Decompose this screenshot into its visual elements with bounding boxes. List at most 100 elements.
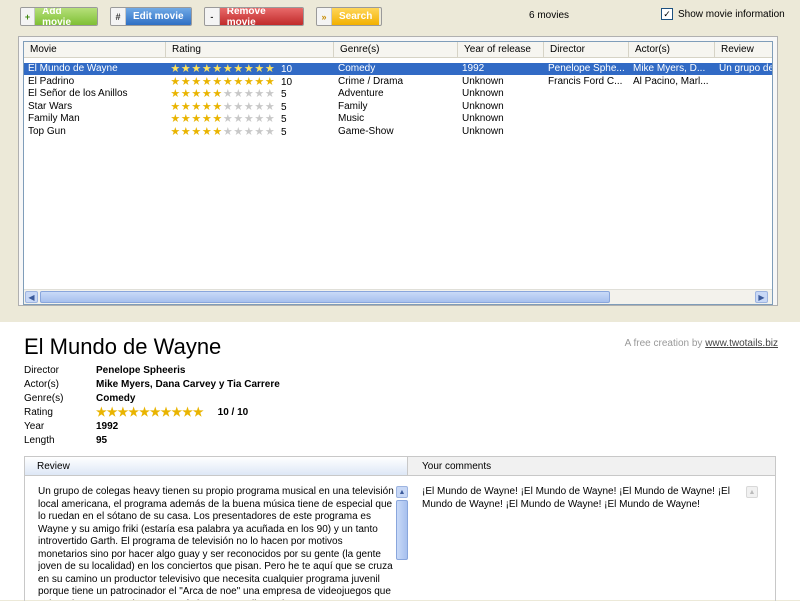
star-icon: ★ [170, 113, 181, 126]
star-icon: ★ [180, 113, 191, 126]
star-icon: ★ [212, 100, 223, 113]
cell-actors [629, 113, 715, 125]
table-row[interactable]: Top Gun ★ ★ ★ ★ ★ ★ ★ ★ ★ ★ 5 Game-Show Unknown [24, 126, 772, 139]
column-header-genre[interactable]: Genre(s) [334, 42, 458, 57]
star-icon: ★ [191, 88, 202, 101]
star-icon: ★ [233, 75, 244, 88]
comments-scrollbar[interactable]: ▲ [746, 486, 758, 600]
cell-director: Penelope Sphe... [548, 63, 625, 74]
star-icon: ★ [160, 405, 172, 419]
search-label: Search [332, 8, 380, 25]
scroll-up-icon[interactable]: ▲ [396, 486, 408, 498]
rating-stars: ★★★★★★★★★★ [170, 101, 275, 113]
star-icon: ★ [264, 100, 275, 113]
column-header-actors[interactable]: Actor(s) [629, 42, 715, 57]
scrollbar-thumb[interactable] [40, 291, 610, 303]
director-value: Penelope Spheeris [96, 365, 186, 376]
genre-label: Genre(s) [24, 393, 64, 404]
remove-movie-button[interactable]: - Remove movie [204, 7, 304, 26]
table-row[interactable]: Star Wars ★ ★ ★ ★ ★ ★ ★ ★ ★ ★ 5 Family Unknown [24, 101, 772, 113]
hash-icon: # [111, 8, 126, 25]
star-icon: ★ [254, 88, 265, 101]
search-button[interactable]: » Search [316, 7, 382, 26]
cell-rating: ★ ★ ★ ★ ★ ★ ★ ★ ★ ★ 5 [166, 113, 334, 126]
column-header-year[interactable]: Year of release [458, 42, 544, 57]
rating-label: Rating [24, 407, 53, 418]
star-icon: ★ [180, 75, 191, 88]
rating-number: 5 [281, 101, 287, 113]
star-icon: ★ [191, 113, 202, 126]
toolbar: + Add movie # Edit movie - Remove movie … [0, 0, 800, 32]
table-row[interactable]: El Padrino ★ ★ ★ ★ ★ ★ ★ ★ ★ ★ 10 Crime / Drama Unkno… [24, 75, 772, 88]
cell-rating: ★ ★ ★ ★ ★ ★ ★ ★ ★ ★ 5 [166, 101, 334, 113]
scroll-left-icon[interactable]: ◀ [25, 291, 38, 303]
table-row[interactable]: El Mundo de Wayne ★ ★ ★ ★ ★ ★ ★ ★ ★ ★ 10 Comedy 1992 P… [24, 63, 772, 76]
star-icon: ★ [191, 126, 202, 138]
cell-movie: El Señor de los Anillos [28, 88, 128, 100]
horizontal-scrollbar[interactable]: ◀ ▶ [24, 289, 772, 304]
star-icon: ★ [212, 113, 223, 126]
cell-year: Unknown [462, 126, 504, 137]
cell-director: Francis Ford C... [548, 75, 623, 87]
column-header-review[interactable]: Review [715, 42, 772, 57]
cell-review [715, 88, 772, 100]
credit: A free creation by www.twotails.biz [625, 338, 778, 349]
star-icon: ★ [180, 63, 191, 75]
column-header-movie[interactable]: Movie [24, 42, 166, 57]
table-row[interactable]: Family Man ★ ★ ★ ★ ★ ★ ★ ★ ★ ★ 5 Music Unknown [24, 113, 772, 126]
show-movie-info-checkbox[interactable]: ✓ [661, 8, 673, 20]
tab-comments[interactable]: Your comments [407, 457, 775, 476]
cell-review [715, 126, 772, 138]
rating-stars: ★★★★★★★★★★ [96, 405, 204, 421]
star-icon: ★ [264, 113, 275, 126]
edit-movie-label: Edit movie [126, 8, 191, 25]
review-scrollbar-thumb[interactable] [396, 500, 408, 560]
rating-score: 10 / 10 [217, 407, 249, 418]
star-icon: ★ [254, 126, 265, 138]
info-actors: Actor(s) Mike Myers, Dana Carvey y Tia C… [24, 378, 280, 392]
column-header-rating[interactable]: Rating [166, 42, 334, 57]
column-header-director[interactable]: Director [544, 42, 629, 57]
cell-review [715, 113, 772, 125]
review-scrollbar[interactable]: ▲ [396, 486, 408, 600]
comments-text[interactable]: ¡El Mundo de Wayne! ¡El Mundo de Wayne! … [422, 486, 742, 600]
star-icon: ★ [106, 405, 118, 419]
star-icon: ★ [170, 75, 181, 88]
edit-movie-button[interactable]: # Edit movie [110, 7, 192, 26]
star-icon: ★ [171, 405, 183, 419]
cell-rating: ★ ★ ★ ★ ★ ★ ★ ★ ★ ★ 5 [166, 126, 334, 139]
table-row[interactable]: El Señor de los Anillos ★ ★ ★ ★ ★ ★ ★ ★ ★ ★ 5 Advent… [24, 88, 772, 100]
star-icon: ★ [264, 63, 275, 75]
star-icon: ★ [170, 63, 181, 75]
rating-number: 5 [281, 114, 287, 126]
cell-rating: ★ ★ ★ ★ ★ ★ ★ ★ ★ ★ 10 [166, 63, 334, 76]
cell-review [715, 101, 772, 113]
tab-review[interactable]: Review [25, 457, 407, 476]
star-icon: ★ [233, 113, 244, 126]
star-icon: ★ [254, 63, 265, 75]
star-icon: ★ [254, 100, 265, 113]
list-header: Movie Rating Genre(s) Year of release Di… [24, 42, 772, 58]
credit-link[interactable]: www.twotails.biz [705, 338, 778, 349]
review-text[interactable]: Un grupo de colegas heavy tienen su prop… [38, 486, 394, 600]
rating-stars: ★★★★★★★★★★ [170, 88, 275, 100]
rating-number: 10 [281, 64, 293, 75]
cell-year: Unknown [462, 75, 504, 87]
show-movie-info-toggle[interactable]: ✓ Show movie information [661, 8, 785, 20]
scroll-right-icon[interactable]: ▶ [755, 291, 768, 303]
star-icon: ★ [212, 75, 223, 88]
cell-movie: El Mundo de Wayne [28, 63, 118, 74]
rating-stars: ★★★★★★★★★★ [170, 63, 275, 75]
star-icon: ★ [222, 113, 233, 126]
scroll-up-icon[interactable]: ▲ [746, 486, 758, 498]
star-icon: ★ [212, 63, 223, 75]
add-movie-button[interactable]: + Add movie [20, 7, 98, 26]
star-icon: ★ [254, 113, 265, 126]
star-icon: ★ [180, 126, 191, 138]
cell-movie: Family Man [28, 113, 80, 125]
remove-movie-label: Remove movie [219, 8, 303, 25]
cell-actors: Mike Myers, D... [633, 63, 706, 74]
cell-director [544, 88, 629, 100]
star-icon: ★ [254, 75, 265, 88]
star-icon: ★ [139, 405, 150, 419]
